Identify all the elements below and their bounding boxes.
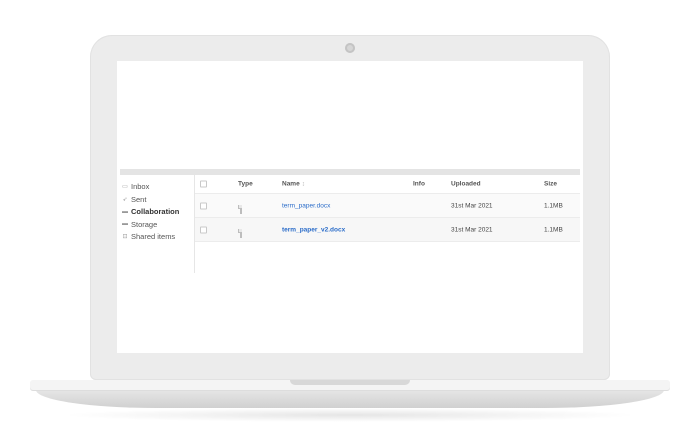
column-header-name[interactable]: Name ↕: [282, 181, 305, 188]
sidebar-item-label: Storage: [131, 219, 158, 229]
file-size: 1.1MB: [544, 202, 563, 209]
column-header-name-label: Name: [282, 180, 300, 188]
column-header-size[interactable]: Size: [544, 181, 557, 188]
laptop-notch: [290, 380, 410, 385]
sidebar-item-shared-items[interactable]: ⊡ Shared items: [120, 231, 194, 243]
storage-folder-icon: ▬: [122, 221, 128, 228]
sidebar-item-sent[interactable]: ➶ Sent: [120, 194, 194, 206]
sidebar-item-label: Collaboration: [131, 207, 180, 217]
send-icon: ➶: [122, 196, 128, 203]
sidebar-item-collaboration[interactable]: ▬ Collaboration: [120, 206, 194, 218]
file-name-link[interactable]: term_paper.docx: [282, 202, 330, 209]
uploaded-date: 31st Mar 2021: [451, 202, 493, 209]
document-icon: [240, 204, 242, 214]
sidebar-item-label: Inbox: [131, 182, 150, 192]
table-header-row: Type Name ↕ Info Uploaded Size: [195, 175, 580, 194]
row-checkbox[interactable]: [200, 202, 207, 209]
shared-items-icon: ⊡: [122, 234, 128, 241]
sidebar-item-storage[interactable]: ▬ Storage: [120, 219, 194, 231]
select-all-checkbox[interactable]: [200, 180, 207, 188]
sidebar: ▭ Inbox ➶ Sent ▬ Collaboration ▬ Storage…: [120, 175, 195, 273]
sidebar-item-label: Sent: [131, 194, 147, 204]
row-checkbox[interactable]: [200, 226, 207, 233]
sidebar-item-inbox[interactable]: ▭ Inbox: [120, 181, 194, 193]
table-row[interactable]: term_paper.docx 31st Mar 2021 1.1MB: [195, 194, 580, 218]
webcam-icon: [345, 43, 355, 53]
file-table: Type Name ↕ Info Uploaded Size term_paper…: [195, 175, 580, 242]
uploaded-date: 31st Mar 2021: [451, 226, 493, 233]
laptop-shadow: [60, 408, 640, 422]
sidebar-item-label: Shared items: [131, 232, 176, 242]
folder-icon: ▬: [122, 208, 128, 215]
laptop-screen: ▭ Inbox ➶ Sent ▬ Collaboration ▬ Storage…: [117, 61, 583, 353]
column-header-info[interactable]: Info: [413, 181, 425, 188]
table-row[interactable]: term_paper_v2.docx 31st Mar 2021 1.1MB: [195, 218, 580, 242]
file-size: 1.1MB: [544, 226, 563, 233]
sort-icon[interactable]: ↕: [302, 181, 305, 188]
document-icon: [240, 228, 242, 238]
column-header-type[interactable]: Type: [238, 181, 253, 188]
laptop-base: [36, 390, 664, 408]
inbox-icon: ▭: [122, 184, 128, 191]
file-name-link[interactable]: term_paper_v2.docx: [282, 226, 345, 233]
column-header-uploaded[interactable]: Uploaded: [451, 181, 481, 188]
